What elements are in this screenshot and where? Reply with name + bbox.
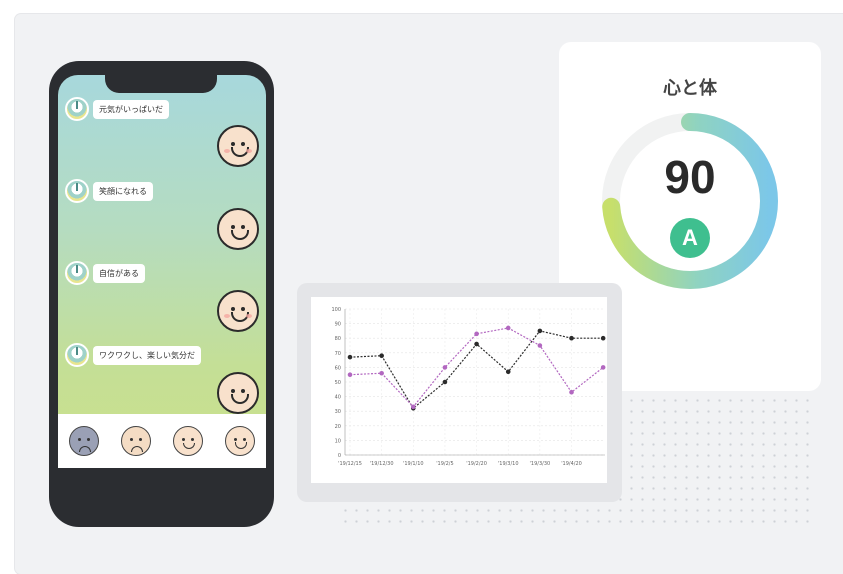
data-point	[379, 370, 384, 376]
y-tick-label: 50	[335, 380, 341, 386]
chat-message: 元気がいっぱいだ	[65, 95, 169, 123]
worried-face-icon[interactable]	[121, 426, 151, 456]
y-tick-label: 80	[335, 336, 341, 342]
x-tick-label: '19/4/20	[561, 461, 582, 467]
phone-notch	[105, 73, 217, 93]
bot-avatar-icon	[65, 97, 89, 121]
y-tick-label: 60	[335, 365, 341, 371]
tablet-mockup: 0 10 20 30 40 50 60 70 80 90 100 '19/12/15 '19/12/30…	[297, 283, 622, 502]
data-point	[569, 389, 574, 395]
chat-message: 自信がある	[65, 259, 145, 287]
data-point	[600, 365, 606, 370]
y-tick-label: 100	[331, 307, 341, 313]
chat-message: 笑顔になれる	[65, 177, 153, 205]
mood-selector	[58, 414, 266, 468]
smiling-face-icon	[217, 208, 259, 250]
x-tick-label: '19/12/15	[338, 461, 362, 467]
data-point	[505, 369, 511, 375]
y-tick-label: 90	[335, 322, 341, 328]
content-face-icon[interactable]	[173, 426, 203, 456]
data-point	[442, 379, 448, 385]
bot-avatar-icon	[65, 179, 89, 203]
y-tick-label: 40	[335, 395, 341, 401]
smiling-face-icon	[217, 125, 259, 167]
grade-badge: A	[670, 218, 710, 258]
happy-face-icon[interactable]	[225, 426, 255, 456]
data-point	[442, 365, 448, 370]
smiling-face-icon	[217, 372, 259, 414]
data-point	[537, 343, 543, 348]
chart-svg: 0 10 20 30 40 50 60 70 80 90 100 '19/12/15 '19/12/30…	[331, 307, 606, 467]
x-tick-label: '19/2/20	[466, 461, 487, 467]
chat-message: ワクワクし、楽しい気分だ	[65, 341, 201, 369]
phone-mockup: 元気がいっぱいだ 笑顔になれる 自信がある ワクワクし、楽しい気分だ	[49, 61, 274, 527]
y-tick-label: 70	[335, 351, 341, 357]
chat-screen[interactable]: 元気がいっぱいだ 笑顔になれる 自信がある ワクワクし、楽しい気分だ	[58, 75, 266, 463]
message-bubble: 自信がある	[93, 263, 145, 283]
x-tick-label: '19/2/5	[436, 461, 453, 467]
data-point	[505, 325, 511, 331]
data-point	[474, 331, 479, 337]
data-point	[537, 328, 543, 334]
y-tick-label: 30	[335, 409, 341, 415]
data-point	[569, 335, 574, 341]
bot-avatar-icon	[65, 261, 89, 285]
data-point	[474, 341, 479, 347]
message-bubble: ワクワクし、楽しい気分だ	[93, 345, 201, 365]
y-tick-label: 0	[338, 453, 341, 459]
x-tick-label: '19/12/30	[370, 461, 394, 467]
y-tick-label: 20	[335, 424, 341, 430]
bot-avatar-icon	[65, 343, 89, 367]
x-tick-label: '19/1/10	[403, 461, 424, 467]
very-sad-face-icon[interactable]	[69, 426, 99, 456]
line-chart: 0 10 20 30 40 50 60 70 80 90 100 '19/12/15 '19/12/30…	[311, 297, 607, 483]
message-bubble: 元気がいっぱいだ	[93, 99, 169, 119]
data-point	[379, 353, 384, 359]
score-value: 90	[664, 151, 716, 203]
data-point	[410, 404, 416, 410]
message-bubble: 笑顔になれる	[93, 181, 153, 201]
data-point	[347, 354, 353, 360]
card-title: 心と体	[663, 78, 717, 99]
smiling-face-icon	[217, 290, 259, 332]
data-point	[347, 372, 353, 377]
x-tick-label: '19/3/10	[498, 461, 519, 467]
data-point	[600, 335, 606, 341]
y-tick-label: 10	[335, 438, 341, 444]
x-tick-label: '19/3/30	[530, 461, 551, 467]
